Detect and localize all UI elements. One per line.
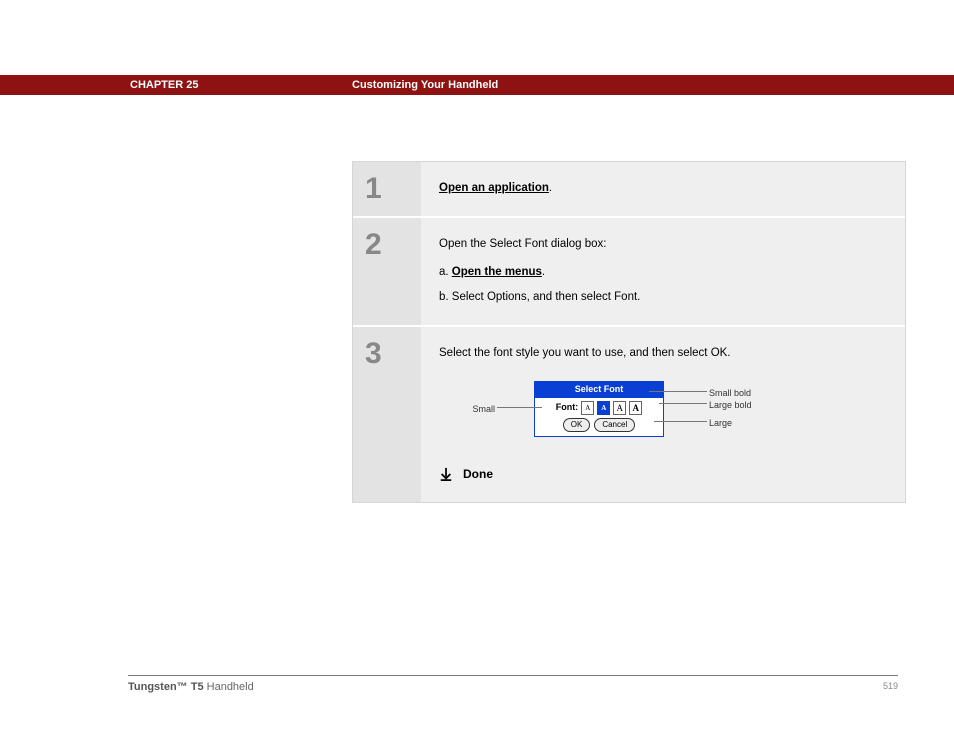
select-font-dialog-illustration: Select Font Font: A A A A OK Cancel Smal… (439, 381, 887, 445)
callout-line (497, 407, 542, 408)
step-2: 2 Open the Select Font dialog box: a. Op… (353, 216, 905, 325)
done-row: Done (439, 465, 887, 484)
cancel-button[interactable]: Cancel (594, 418, 635, 432)
step-content: Open an application. (421, 162, 905, 216)
substep-b: b. Select Options, and then select Font. (439, 289, 887, 307)
font-option-large[interactable]: A (613, 401, 626, 415)
open-menus-link[interactable]: Open the menus (452, 266, 542, 278)
step-content: Open the Select Font dialog box: a. Open… (421, 218, 905, 325)
font-option-small-bold[interactable]: A (597, 401, 610, 415)
callout-small: Small (457, 403, 495, 417)
font-option-small[interactable]: A (581, 401, 594, 415)
font-label: Font: (556, 401, 579, 415)
step-number: 2 (353, 218, 421, 325)
font-options-row: Font: A A A A (535, 398, 663, 416)
dialog-button-row: OK Cancel (535, 416, 663, 436)
dialog-title: Select Font (535, 382, 663, 398)
callout-large-bold: Large bold (709, 399, 789, 413)
footer-product: Tungsten™ T5 Handheld (128, 681, 254, 693)
step-2-substeps: a. Open the menus. b. Select Options, an… (439, 264, 887, 308)
chapter-title: Customizing Your Handheld (352, 79, 498, 91)
substep-a-prefix: a. (439, 266, 452, 278)
callout-line (649, 391, 707, 392)
substep-a: a. Open the menus. (439, 264, 887, 282)
done-label: Done (463, 465, 493, 484)
callout-line (654, 421, 707, 422)
done-arrow-icon (439, 467, 453, 481)
step-number: 3 (353, 327, 421, 501)
steps-container: 1 Open an application. 2 Open the Select… (352, 161, 906, 503)
footer-rule (128, 675, 898, 676)
step-3-text: Select the font style you want to use, a… (439, 345, 887, 363)
select-font-dialog: Select Font Font: A A A A OK Cancel (534, 381, 664, 437)
callout-large: Large (709, 417, 789, 431)
font-option-large-bold[interactable]: A (629, 401, 642, 415)
chapter-header-bar: CHAPTER 25 Customizing Your Handheld (0, 75, 954, 95)
footer-product-name: Tungsten™ T5 (128, 681, 204, 693)
period: . (542, 266, 545, 278)
ok-button[interactable]: OK (563, 418, 591, 432)
chapter-number: CHAPTER 25 (130, 79, 352, 91)
footer-product-type: Handheld (204, 681, 254, 693)
step-1-text: Open an application. (439, 180, 887, 198)
callout-line (659, 403, 707, 404)
step-2-intro: Open the Select Font dialog box: (439, 236, 887, 254)
step-content: Select the font style you want to use, a… (421, 327, 905, 501)
step-3: 3 Select the font style you want to use,… (353, 325, 905, 501)
step-1: 1 Open an application. (353, 162, 905, 216)
period: . (549, 182, 552, 194)
page-number: 519 (883, 681, 898, 691)
step-number: 1 (353, 162, 421, 216)
open-application-link[interactable]: Open an application (439, 182, 549, 194)
